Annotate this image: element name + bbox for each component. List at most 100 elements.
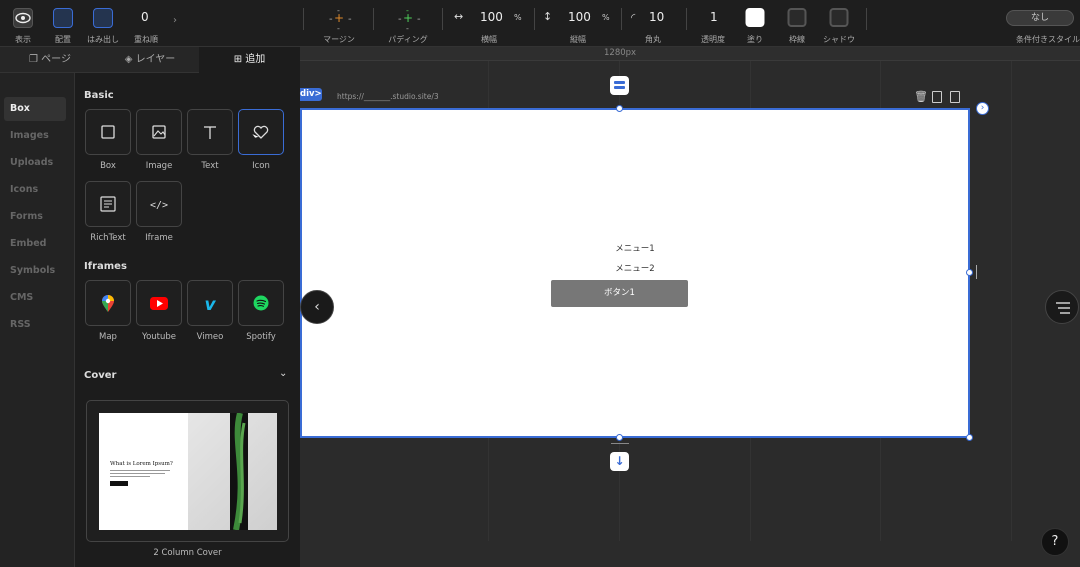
text-line bbox=[110, 476, 150, 477]
section-top-icon[interactable] bbox=[610, 76, 629, 95]
border-tool[interactable]: 枠線 bbox=[782, 0, 812, 47]
zorder-tool[interactable]: 0 重ね順 bbox=[130, 0, 162, 47]
map-tile[interactable] bbox=[85, 280, 131, 326]
ruler-width-label: 1280px bbox=[604, 48, 637, 58]
duplicate-icon[interactable] bbox=[932, 91, 942, 103]
chevron-right-icon[interactable]: › bbox=[976, 102, 989, 115]
nav-uploads[interactable]: Uploads bbox=[4, 151, 66, 175]
overflow-tool[interactable]: はみ出し bbox=[87, 0, 119, 47]
richtext-tile[interactable] bbox=[85, 181, 131, 227]
chevron-right-icon[interactable]: › bbox=[173, 15, 177, 26]
nav-images[interactable]: Images bbox=[4, 124, 66, 148]
divider bbox=[534, 8, 535, 30]
trash-icon[interactable]: 🗑 bbox=[914, 90, 928, 103]
conditional-style-select[interactable]: なし bbox=[1006, 10, 1074, 26]
image-icon bbox=[152, 125, 166, 139]
cover-card-label: 2 Column Cover bbox=[153, 548, 222, 558]
tab-pages-label: ページ bbox=[41, 54, 71, 65]
chevron-down-icon[interactable]: ⌄ bbox=[279, 368, 287, 379]
radius-label: 角丸 bbox=[645, 35, 661, 44]
layers-icon: ◈ bbox=[124, 54, 136, 65]
nav-symbols[interactable]: Symbols bbox=[4, 259, 66, 283]
width-unit: % bbox=[514, 13, 522, 22]
display-tool[interactable]: 表示 bbox=[8, 0, 38, 47]
tab-add[interactable]: ⊞ 追加 bbox=[199, 47, 300, 73]
svg-text:-: - bbox=[417, 14, 421, 25]
shadow-tool[interactable]: シャドウ bbox=[823, 0, 855, 47]
resize-handle[interactable] bbox=[966, 269, 973, 276]
margin-tool[interactable]: + - - - - マージン bbox=[318, 0, 360, 47]
svg-text:-: - bbox=[337, 24, 340, 32]
conditional-style-tool[interactable]: なし 条件付きスタイル bbox=[1006, 0, 1080, 47]
icon-tile[interactable] bbox=[238, 109, 284, 155]
menu-item-1[interactable]: メニュー1 bbox=[302, 242, 968, 254]
tab-add-label: 追加 bbox=[245, 54, 266, 65]
layout-label: 配置 bbox=[55, 35, 71, 44]
radius-tool[interactable]: ◜ 10 角丸 bbox=[628, 0, 678, 47]
menu-item-2[interactable]: メニュー2 bbox=[302, 262, 968, 274]
text-line bbox=[110, 470, 170, 471]
help-button[interactable]: ? bbox=[1041, 528, 1069, 556]
padding-icon: +- --- bbox=[398, 6, 421, 32]
nav-icons[interactable]: Icons bbox=[4, 178, 66, 202]
layout-icon bbox=[53, 8, 73, 28]
iframe-tile-label: Iframe bbox=[145, 233, 173, 243]
box-tile[interactable] bbox=[85, 109, 131, 155]
nav-forms[interactable]: Forms bbox=[4, 205, 66, 229]
opacity-tool[interactable]: 1 透明度 bbox=[696, 0, 730, 47]
divider bbox=[442, 8, 443, 30]
heart-icon bbox=[251, 125, 269, 139]
tab-layers[interactable]: ◈ レイヤー bbox=[100, 47, 200, 73]
tab-pages[interactable]: ❐ ページ bbox=[0, 47, 100, 73]
svg-text:v: v bbox=[204, 295, 216, 315]
cover-preview-heading: What is Lorem Ipsum? bbox=[110, 461, 173, 467]
radius-value: 10 bbox=[649, 10, 665, 24]
spotify-tile[interactable] bbox=[238, 280, 284, 326]
basic-section-title: Basic bbox=[84, 90, 114, 101]
collapse-panel-button[interactable]: ‹ bbox=[300, 290, 334, 324]
arrow-down-icon[interactable]: ↓ bbox=[610, 452, 629, 471]
resize-handle[interactable] bbox=[616, 434, 623, 441]
height-tool[interactable]: ↕ 100 % 縦幅 bbox=[541, 0, 615, 47]
pages-icon: ❐ bbox=[29, 54, 42, 65]
button-1[interactable]: ボタン1 bbox=[551, 280, 688, 307]
page-url: https://_______.studio.site/3 bbox=[337, 92, 439, 101]
layout-tool[interactable]: 配置 bbox=[48, 0, 78, 47]
fill-tool[interactable]: 塗り bbox=[740, 0, 770, 47]
margin-icon: +- --- bbox=[329, 6, 352, 32]
nav-box[interactable]: Box bbox=[4, 97, 66, 121]
text-tile[interactable] bbox=[187, 109, 233, 155]
resize-handle[interactable] bbox=[966, 434, 973, 441]
resize-bar[interactable] bbox=[976, 265, 977, 279]
vimeo-tile[interactable]: v bbox=[187, 280, 233, 326]
youtube-icon bbox=[150, 297, 168, 310]
outline-menu-button[interactable] bbox=[1045, 290, 1079, 324]
resize-bar[interactable] bbox=[611, 443, 629, 444]
fill-swatch bbox=[745, 8, 765, 27]
two-column-cover-card[interactable]: What is Lorem Ipsum? bbox=[86, 400, 289, 542]
svg-text:-: - bbox=[406, 6, 409, 15]
youtube-tile[interactable] bbox=[136, 280, 182, 326]
nav-embed[interactable]: Embed bbox=[4, 232, 66, 256]
richtext-icon bbox=[100, 196, 116, 212]
nav-cms[interactable]: CMS bbox=[4, 286, 66, 310]
conditional-style-label: 条件付きスタイル bbox=[1016, 35, 1080, 44]
border-label: 枠線 bbox=[789, 35, 805, 44]
fill-label: 塗り bbox=[747, 35, 763, 44]
spotify-tile-label: Spotify bbox=[246, 332, 276, 342]
width-tool[interactable]: ↔ 100 % 横幅 bbox=[452, 0, 526, 47]
add-page-icon[interactable] bbox=[950, 91, 960, 103]
selected-box-frame[interactable]: メニュー1 メニュー2 ボタン1 bbox=[300, 108, 970, 438]
resize-handle[interactable] bbox=[616, 105, 623, 112]
corner-radius-icon: ◜ bbox=[631, 11, 636, 24]
opacity-label: 透明度 bbox=[701, 35, 725, 44]
image-tile[interactable] bbox=[136, 109, 182, 155]
padding-tool[interactable]: + - - - - パディング bbox=[386, 0, 430, 47]
vimeo-icon: v bbox=[204, 295, 216, 315]
menu-lines-icon bbox=[1056, 302, 1070, 314]
text-line bbox=[110, 473, 165, 474]
nav-rss[interactable]: RSS bbox=[4, 313, 66, 337]
svg-text:-: - bbox=[348, 14, 352, 25]
iframe-tile[interactable]: </> bbox=[136, 181, 182, 227]
map-pin-icon bbox=[102, 295, 114, 312]
